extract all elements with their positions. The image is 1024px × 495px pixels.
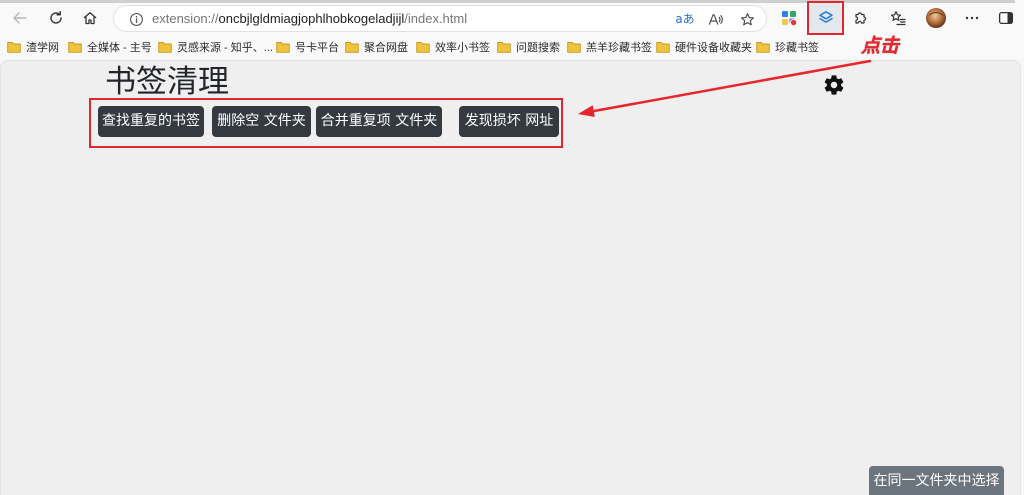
avatar-icon	[926, 8, 946, 28]
bookmark-folder[interactable]: 聚合网盘	[345, 37, 408, 57]
translate-icon: aあ	[675, 12, 695, 26]
page-title: 书签清理	[105, 64, 229, 100]
home-icon	[83, 12, 97, 25]
bookmark-folder[interactable]: 羔羊珍藏书签	[567, 37, 652, 57]
refresh-button[interactable]	[42, 4, 70, 32]
bookmark-label: 硬件设备收藏夹	[675, 42, 752, 54]
tab-strip-edge	[0, 0, 1015, 3]
bookmark-label: 全媒体 - 主号	[87, 42, 152, 54]
favorites-icon	[890, 11, 906, 26]
more-dots-icon	[965, 16, 979, 20]
info-icon	[129, 12, 143, 26]
bookmark-folder[interactable]: 效率小书签	[416, 37, 490, 57]
back-button[interactable]	[6, 4, 34, 32]
sidebar-icon	[998, 11, 1014, 25]
bookmark-label: 效率小书签	[435, 42, 490, 54]
url-path: /index.html	[404, 11, 468, 26]
refresh-icon	[50, 10, 62, 24]
extension-badge-button[interactable]	[775, 4, 803, 32]
folder-icon	[756, 42, 770, 53]
bookmark-label: 聚合网盘	[364, 42, 408, 54]
folder-icon	[345, 42, 359, 53]
folder-icon	[567, 42, 581, 53]
sidebar-toggle-button[interactable]	[992, 4, 1020, 32]
extension-highlight-box	[807, 1, 844, 35]
folder-icon	[656, 42, 670, 53]
bookmark-label: 号卡平台	[295, 42, 339, 54]
more-button[interactable]	[958, 4, 986, 32]
bookmark-folder[interactable]: 灵感来源 - 知乎、...	[158, 37, 273, 57]
gear-icon[interactable]	[822, 73, 846, 97]
folder-icon	[158, 42, 172, 53]
delete-empty-folders-button[interactable]: 删除空 文件夹	[212, 106, 311, 137]
back-arrow-icon	[13, 12, 27, 24]
favorite-button[interactable]	[738, 10, 756, 28]
bookmark-label: 珍藏书签	[775, 42, 819, 54]
browser-toolbar: extension://oncbjlgldmiagjophlhobkogelad…	[0, 0, 1024, 35]
folder-icon	[276, 42, 290, 53]
url-host: oncbjlgldmiagjophlhobkogeladjijl	[218, 11, 405, 26]
folder-icon	[497, 42, 511, 53]
favorites-button[interactable]	[884, 4, 912, 32]
bookmark-folder[interactable]: 全媒体 - 主号	[68, 37, 152, 57]
find-broken-urls-button[interactable]: 发现损坏 网址	[459, 106, 559, 137]
find-duplicate-bookmarks-button[interactable]: 查找重复的书签	[98, 106, 204, 137]
read-aloud-icon	[708, 13, 723, 25]
bookmark-label: 问题搜索	[516, 42, 560, 54]
folder-icon	[7, 42, 21, 53]
bookmark-label: 羔羊珍藏书签	[586, 42, 652, 54]
url-text[interactable]: extension://oncbjlgldmiagjophlhobkogelad…	[152, 6, 467, 31]
home-button[interactable]	[76, 4, 104, 32]
bookmark-folder[interactable]: 问题搜索	[497, 37, 560, 57]
read-aloud-button[interactable]	[706, 10, 724, 28]
folder-icon	[416, 42, 430, 53]
bookmark-folder[interactable]: 号卡平台	[276, 37, 339, 57]
star-icon	[740, 12, 754, 25]
bookmark-folder[interactable]: 渣学网	[7, 37, 59, 57]
bookmark-label: 灵感来源 - 知乎、...	[177, 42, 273, 54]
address-bar[interactable]: extension://oncbjlgldmiagjophlhobkogelad…	[113, 5, 767, 32]
bookmark-folder[interactable]: 珍藏书签	[756, 37, 819, 57]
profile-avatar[interactable]	[922, 4, 950, 32]
click-annotation-label: 点击	[861, 35, 900, 57]
page-content: 书签清理 查找重复的书签 删除空 文件夹 合并重复项 文件夹 发现损坏 网址 在…	[0, 60, 1021, 495]
extensions-button[interactable]	[846, 4, 874, 32]
merge-duplicate-folders-button[interactable]: 合并重复项 文件夹	[316, 106, 442, 137]
url-scheme: extension://	[152, 11, 219, 26]
bookmark-label: 渣学网	[26, 42, 59, 54]
colorful-extension-icon	[782, 11, 797, 26]
bookmark-folder[interactable]: 硬件设备收藏夹	[656, 37, 752, 57]
translate-button[interactable]: aあ	[674, 10, 696, 28]
browser-window: extension://oncbjlgldmiagjophlhobkogelad…	[0, 0, 1024, 495]
select-in-same-folder-button[interactable]: 在同一文件夹中选择	[869, 466, 1004, 495]
folder-icon	[68, 42, 82, 53]
puzzle-icon	[855, 12, 867, 24]
site-info-button[interactable]	[127, 10, 145, 28]
